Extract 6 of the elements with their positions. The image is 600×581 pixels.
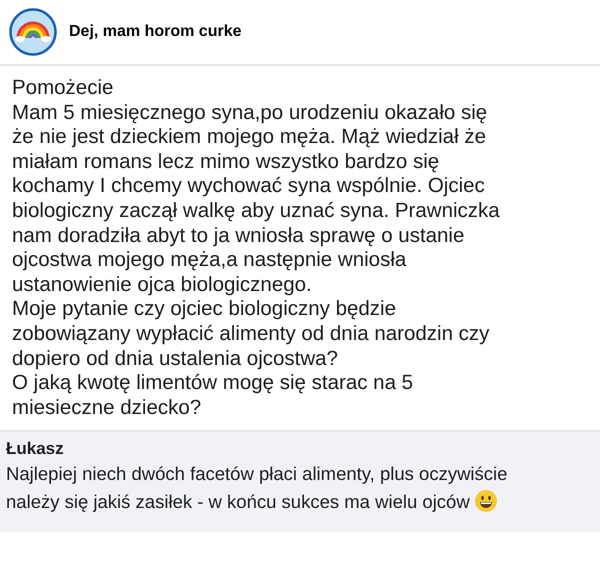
- post-text: Pomożecie Mam 5 miesięcznego syna,po urodzeniu okazało się że nie jest dzieckiem mojego męża. Mąż wiedział że miałam romans lecz mimo wszystko bardzo się kochamy I chcemy wychować syna wspólnie. Ojciec biologiczny zaczął walkę aby uznać syna. Prawniczka nam doradziła abyt to ja wniosła sprawę o ustanie ojcostwa mojego męża,a następnie wniosła ustanowienie ojca biologicznego. Moje pytanie czy ojciec biologiczny będzie zobowiązany wypłacić alimenty od dnia narodzin czy dopiero od dnia ustalenia ojcostwa? O jaką kwotę limentów mogę się starac na 5 miesieczne dziecko?: [12, 76, 501, 420]
- grinning-emoji-icon: [474, 489, 498, 514]
- comment-text: Najlepiej niech dwóch facetów płaci alimenty, plus oczywiście należy się jakiś zasiłek - w końcu sukces ma wielu ojców: [6, 462, 508, 516]
- rainbow-avatar-icon[interactable]: [9, 8, 57, 56]
- group-name[interactable]: Dej, mam horom curke: [69, 23, 242, 41]
- comment-author[interactable]: Łukasz: [6, 438, 64, 460]
